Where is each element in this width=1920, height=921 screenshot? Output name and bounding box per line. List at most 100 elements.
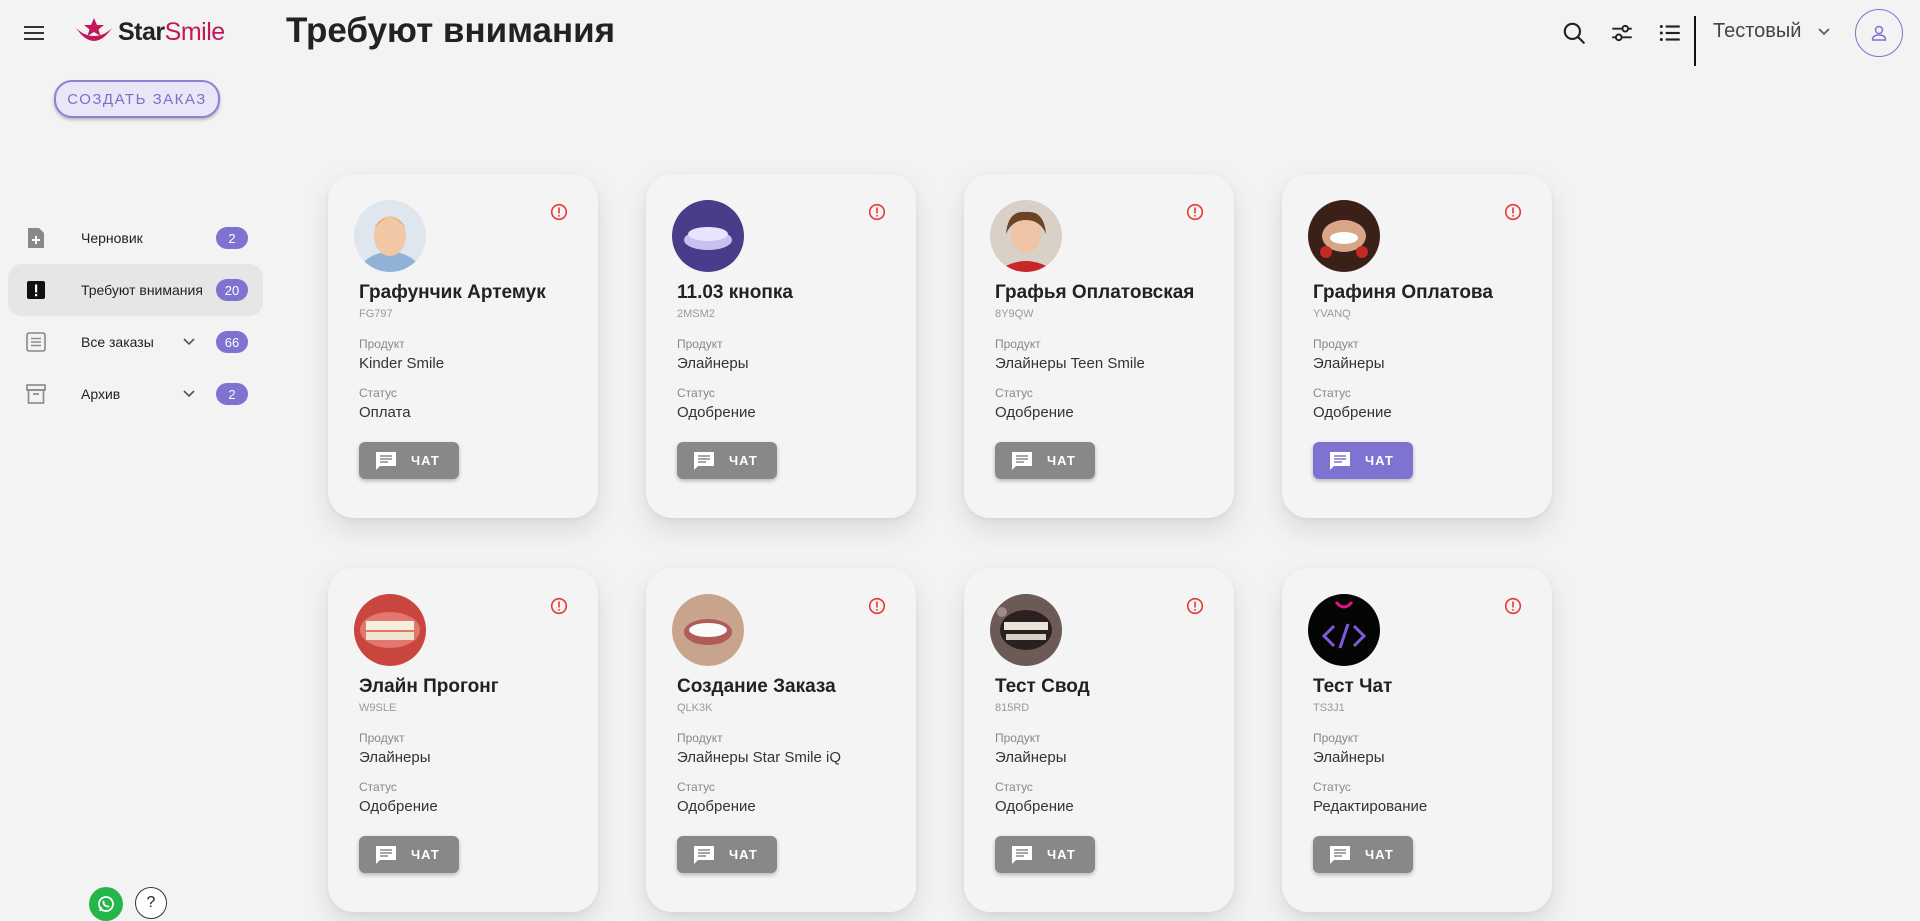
product-value: Элайнеры (1313, 749, 1385, 766)
patient-name: Графья Оплатовская (995, 282, 1195, 303)
status-value: Одобрение (1313, 404, 1392, 421)
product-label: Продукт (995, 731, 1041, 745)
attention-icon (27, 281, 45, 299)
product-value: Элайнеры Star Smile iQ (677, 749, 842, 766)
alert-icon (868, 203, 886, 221)
order-code: 8Y9QW (995, 308, 1034, 320)
order-card[interactable]: Элайн Прогонг W9SLE Продукт Элайнеры Ста… (328, 568, 598, 912)
chat-button-label: ЧАТ (1365, 847, 1394, 862)
patient-avatar (1308, 200, 1380, 272)
logo-icon (76, 18, 112, 41)
status-value: Одобрение (677, 404, 756, 421)
status-label: Статус (677, 386, 715, 400)
user-select[interactable]: Тестовый (1713, 20, 1831, 43)
sidebar-item-all-orders[interactable]: Все заказы 66 (8, 316, 263, 368)
status-label: Статус (995, 386, 1033, 400)
status-value: Редактирование (1313, 798, 1428, 815)
status-label: Статус (995, 780, 1033, 794)
order-card[interactable]: Тест Свод 815RD Продукт Элайнеры Статус … (964, 568, 1234, 912)
chat-icon (1330, 845, 1350, 864)
patient-name: Тест Чат (1313, 676, 1393, 697)
chat-icon (694, 451, 714, 470)
alert-icon (1186, 597, 1204, 615)
order-code: TS3J1 (1313, 702, 1345, 714)
sidebar-item-archive[interactable]: Архив 2 (8, 368, 263, 420)
chat-button-label: ЧАТ (729, 453, 758, 468)
chat-button-label: ЧАТ (1365, 453, 1394, 468)
order-code: 815RD (995, 702, 1030, 714)
chat-button[interactable]: ЧАТ (1313, 836, 1413, 873)
order-card[interactable]: Графиня Оплатова YVANQ Продукт Элайнеры … (1282, 174, 1552, 518)
chat-button[interactable]: ЧАТ (995, 442, 1095, 479)
patient-avatar (990, 200, 1062, 272)
count-badge: 66 (216, 331, 248, 353)
status-label: Статус (359, 386, 397, 400)
order-card[interactable]: 11.03 кнопка 2MSM2 Продукт Элайнеры Стат… (646, 174, 916, 518)
filter-icon[interactable] (1609, 20, 1635, 46)
patient-name: Элайн Прогонг (359, 676, 499, 697)
sidebar-item-label: Все заказы (81, 334, 154, 350)
chat-button[interactable]: ЧАТ (359, 836, 459, 873)
chat-button[interactable]: ЧАТ (1313, 442, 1413, 479)
chat-icon (694, 845, 714, 864)
product-value: Элайнеры (677, 355, 749, 372)
chat-button[interactable]: ЧАТ (359, 442, 459, 479)
logo[interactable]: StarSmile (74, 14, 225, 50)
patient-name: Создание Заказа (677, 676, 836, 697)
order-card[interactable]: Тест Чат TS3J1 Продукт Элайнеры Статус Р… (1282, 568, 1552, 912)
draft-icon (28, 228, 44, 248)
status-value: Одобрение (995, 404, 1074, 421)
sidebar-item-attention[interactable]: Требуют внимания 20 (8, 264, 263, 316)
status-value: Оплата (359, 404, 411, 421)
patient-avatar (672, 200, 744, 272)
search-icon[interactable] (1561, 20, 1587, 46)
count-badge: 20 (216, 279, 248, 301)
profile-button[interactable] (1855, 9, 1903, 57)
chevron-down-icon[interactable] (182, 387, 196, 401)
chat-icon (376, 451, 396, 470)
order-card[interactable]: Графья Оплатовская 8Y9QW Продукт Элайнер… (964, 174, 1234, 518)
status-label: Статус (1313, 386, 1351, 400)
order-code: FG797 (359, 308, 393, 320)
create-order-button[interactable]: СОЗДАТЬ ЗАКАЗ (54, 80, 220, 118)
status-value: Одобрение (995, 798, 1074, 815)
sidebar-item-label: Требуют внимания (81, 282, 203, 298)
page-title: Требуют внимания (286, 11, 616, 50)
chevron-down-icon (1818, 27, 1831, 35)
product-value: Элайнеры (1313, 355, 1385, 372)
count-badge: 2 (216, 227, 248, 249)
sidebar-item-drafts[interactable]: Черновик 2 (8, 212, 263, 264)
whatsapp-button[interactable] (89, 887, 123, 921)
status-label: Статус (359, 780, 397, 794)
menu-icon[interactable] (22, 22, 46, 44)
patient-avatar (990, 594, 1062, 666)
patient-name: Графунчик Артемук (359, 282, 546, 303)
patient-avatar (1308, 594, 1380, 666)
chat-button-label: ЧАТ (1047, 847, 1076, 862)
help-button[interactable]: ? (135, 887, 167, 919)
status-label: Статус (1313, 780, 1351, 794)
patient-name: 11.03 кнопка (677, 282, 793, 303)
product-label: Продукт (1313, 337, 1359, 351)
chat-icon (1012, 845, 1032, 864)
alert-icon (1186, 203, 1204, 221)
patient-avatar (354, 200, 426, 272)
chat-button[interactable]: ЧАТ (995, 836, 1095, 873)
chat-button[interactable]: ЧАТ (677, 836, 777, 873)
product-label: Продукт (1313, 731, 1359, 745)
order-card[interactable]: Графунчик Артемук FG797 Продукт Kinder S… (328, 174, 598, 518)
product-value: Kinder Smile (359, 355, 445, 372)
patient-name: Тест Свод (995, 676, 1090, 697)
list-view-icon[interactable] (1657, 20, 1683, 46)
alert-icon (550, 597, 568, 615)
product-value: Элайнеры (359, 749, 431, 766)
sidebar-item-label: Архив (81, 386, 121, 402)
product-label: Продукт (359, 337, 405, 351)
chat-button[interactable]: ЧАТ (677, 442, 777, 479)
chevron-down-icon[interactable] (182, 335, 196, 349)
product-label: Продукт (359, 731, 405, 745)
status-value: Одобрение (359, 798, 438, 815)
whatsapp-icon (98, 896, 114, 912)
order-card[interactable]: Создание Заказа QLK3K Продукт Элайнеры S… (646, 568, 916, 912)
status-label: Статус (677, 780, 715, 794)
